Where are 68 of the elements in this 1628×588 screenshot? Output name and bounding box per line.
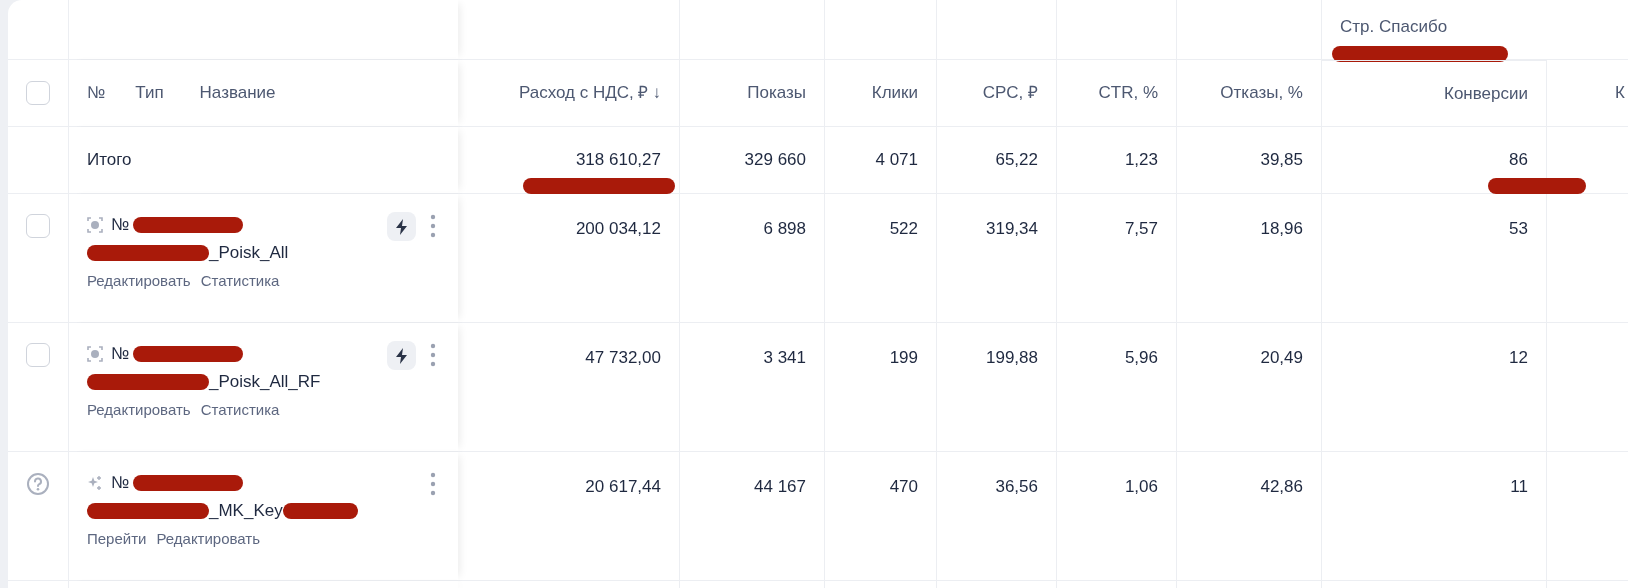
table-cell-text: 199 xyxy=(889,347,918,369)
column-header[interactable]: № xyxy=(87,80,106,106)
more-icon[interactable] xyxy=(430,472,436,496)
total-value: 329 660 xyxy=(744,149,806,172)
total-value: 65,22 xyxy=(995,149,1038,172)
checkbox[interactable] xyxy=(26,214,50,238)
table-cell-text: 47 732,00 xyxy=(585,347,661,369)
campaign-name[interactable]: _Poisk_All_RF xyxy=(209,369,321,395)
sparkle-icon xyxy=(87,475,103,491)
column-header[interactable]: Показы xyxy=(747,80,806,106)
action-link[interactable]: Редактировать xyxy=(156,528,261,551)
action-link[interactable]: Перейти xyxy=(87,528,147,551)
total-value: 1,23 xyxy=(1124,149,1158,172)
campaign-number: № xyxy=(111,343,130,366)
table-cell-text: 42,86 xyxy=(1260,476,1303,498)
table-cell-text: 470 xyxy=(889,476,918,498)
table-cell-text: 200 034,12 xyxy=(575,218,661,240)
campaign-name[interactable]: _MK_Key xyxy=(209,498,283,524)
column-header[interactable]: CPC, ₽ xyxy=(982,80,1038,106)
total-value: 318 610,27 xyxy=(575,149,661,172)
column-header[interactable]: Клики xyxy=(871,80,918,106)
campaign-number: № xyxy=(111,472,130,495)
table-cell-text: 319,34 xyxy=(986,218,1038,240)
action-link[interactable]: Статистика xyxy=(200,270,280,293)
table-cell-text: 3 341 xyxy=(763,347,806,369)
column-header[interactable]: Название xyxy=(199,80,276,106)
total-value: 86 xyxy=(1509,149,1528,172)
table-cell-text: 7,57 xyxy=(1124,218,1158,240)
column-header[interactable]: CTR, % xyxy=(1098,80,1158,106)
more-icon[interactable] xyxy=(430,343,436,367)
column-group-title: Стр. Спасибо xyxy=(1340,17,1448,36)
lightning-icon xyxy=(394,347,409,364)
sort-arrow-icon: ↓ xyxy=(652,83,661,103)
table-cell-text: 5,96 xyxy=(1124,347,1158,369)
action-link[interactable]: Статистика xyxy=(200,399,280,422)
more-icon[interactable] xyxy=(430,214,436,238)
lightning-icon xyxy=(394,218,409,235)
column-header[interactable]: К xyxy=(1615,80,1625,106)
column-header[interactable]: Отказы, % xyxy=(1220,80,1303,106)
table-cell-text: 12 xyxy=(1509,347,1528,369)
campaign-number: № xyxy=(111,214,130,237)
table-cell-text: 20,49 xyxy=(1260,347,1303,369)
table-cell-text: 44 167 xyxy=(754,476,806,498)
total-value: 39,85 xyxy=(1260,149,1303,172)
column-header[interactable]: Тип xyxy=(135,80,164,106)
table-cell-text: 1,06 xyxy=(1124,476,1158,498)
table-cell-text: 522 xyxy=(889,218,918,240)
table-cell-text: 53 xyxy=(1509,218,1528,240)
help-icon[interactable] xyxy=(26,472,50,496)
column-header[interactable]: Расход с НДС, ₽ ↓ xyxy=(519,80,661,106)
column-header[interactable]: Конверсии xyxy=(1444,80,1528,107)
target-icon xyxy=(87,346,103,362)
action-link[interactable]: Редактировать xyxy=(87,399,191,422)
total-value: 4 071 xyxy=(875,149,918,172)
campaign-name[interactable]: _Poisk_All xyxy=(209,240,289,266)
checkbox[interactable] xyxy=(26,81,50,105)
table-cell-text: 6 898 xyxy=(763,218,806,240)
lightning-button[interactable] xyxy=(387,212,416,241)
action-link[interactable]: Редактировать xyxy=(87,270,191,293)
table-cell-text: 11 xyxy=(1510,476,1528,498)
table-cell-text: 36,56 xyxy=(995,476,1038,498)
lightning-button[interactable] xyxy=(387,341,416,370)
target-icon xyxy=(87,217,103,233)
table-cell-text: 199,88 xyxy=(986,347,1038,369)
totals-label: Итого xyxy=(87,149,132,172)
checkbox[interactable] xyxy=(26,343,50,367)
table-cell-text: 20 617,44 xyxy=(585,476,661,498)
table-cell-text: 18,96 xyxy=(1260,218,1303,240)
